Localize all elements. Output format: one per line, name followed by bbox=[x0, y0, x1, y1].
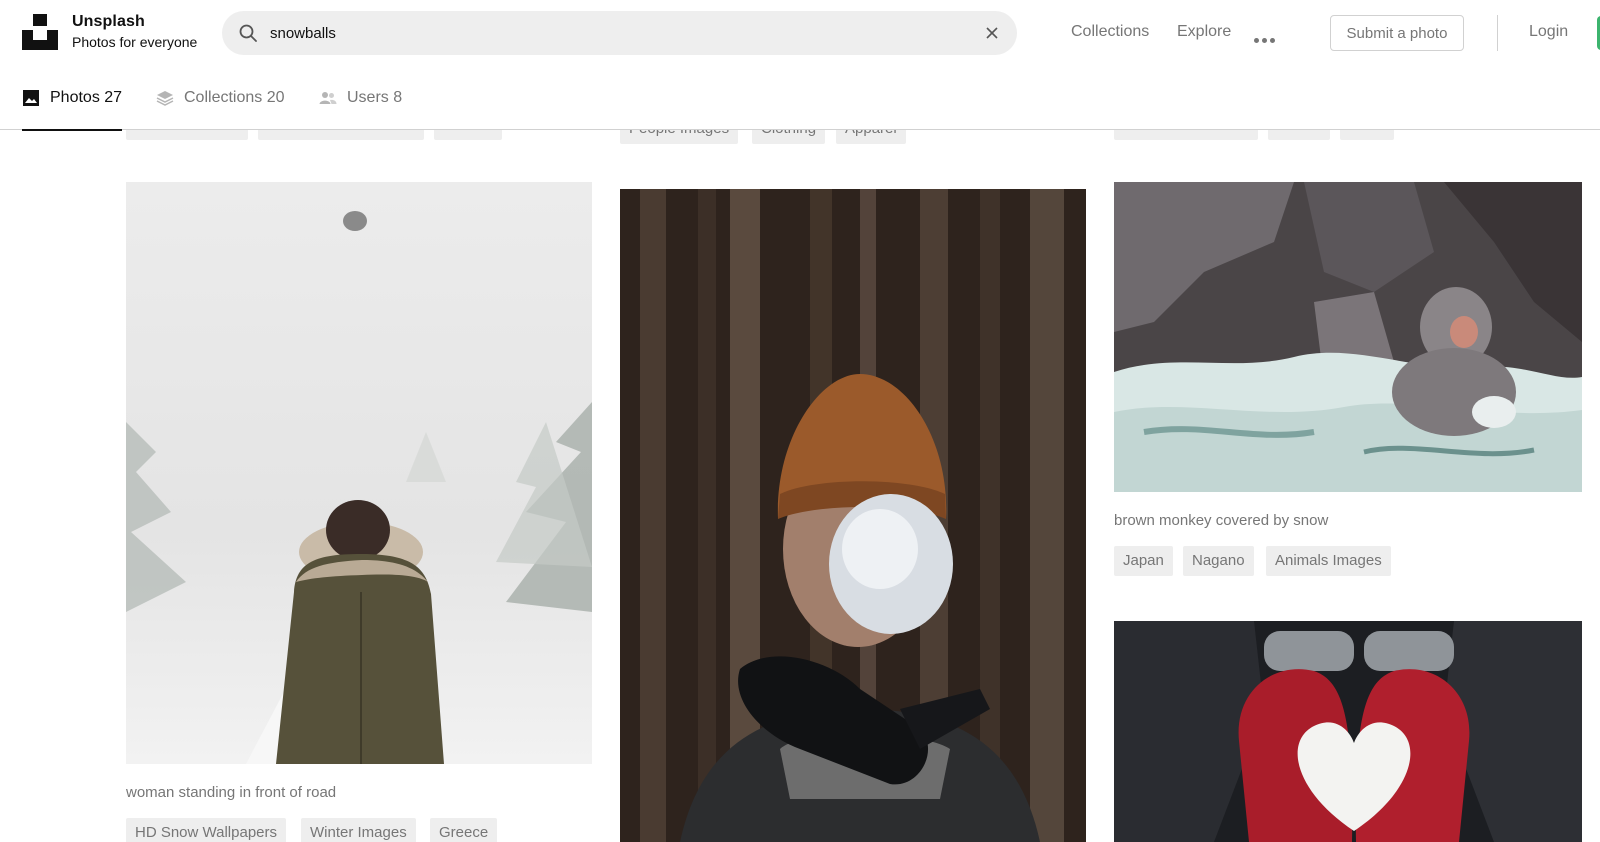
brand-tagline: Photos for everyone bbox=[72, 34, 198, 50]
stack-icon bbox=[156, 91, 174, 106]
photo-man-snowball[interactable] bbox=[620, 189, 1086, 842]
submit-photo-button[interactable]: Submit a photo bbox=[1330, 15, 1464, 51]
header-divider bbox=[1497, 15, 1498, 51]
search-bar bbox=[222, 11, 1017, 55]
photo-woman-image bbox=[126, 182, 592, 764]
brand-name: Unsplash bbox=[72, 13, 145, 30]
photo-heart-snowball[interactable] bbox=[1114, 621, 1582, 842]
nav-collections-link[interactable]: Collections bbox=[1071, 23, 1149, 41]
tag-winter-images[interactable]: Winter Images bbox=[301, 818, 416, 842]
top-header: Unsplash Photos for everyone Collections… bbox=[0, 0, 1600, 66]
photo-woman-on-road[interactable] bbox=[126, 182, 592, 764]
tab-users[interactable]: Users 8 bbox=[319, 66, 402, 130]
tab-collections-label: Collections 20 bbox=[184, 89, 285, 106]
brand[interactable]: Unsplash Photos for everyone bbox=[72, 13, 197, 50]
photo-caption: brown monkey covered by snow bbox=[1114, 512, 1329, 529]
photo-monkey-image bbox=[1114, 182, 1582, 492]
tag-greece[interactable]: Greece bbox=[430, 818, 498, 842]
tag-hd-snow-wallpapers[interactable]: HD Snow Wallpapers bbox=[126, 818, 286, 842]
search-result-tabs: Photos 27 Collections 20 Users 8 bbox=[0, 66, 1600, 131]
tag-japan[interactable]: Japan bbox=[1114, 546, 1173, 576]
tab-collections[interactable]: Collections 20 bbox=[156, 66, 285, 130]
unsplash-logo-icon[interactable] bbox=[22, 14, 58, 50]
users-icon bbox=[319, 92, 337, 104]
photo-caption: woman standing in front of road bbox=[126, 784, 337, 801]
search-input[interactable] bbox=[270, 11, 950, 55]
image-icon bbox=[23, 90, 39, 106]
more-options-icon[interactable] bbox=[1254, 30, 1278, 43]
photo-snow-monkey[interactable] bbox=[1114, 182, 1582, 492]
tag-animals-images[interactable]: Animals Images bbox=[1266, 546, 1391, 576]
photo-heart-image bbox=[1114, 621, 1582, 842]
login-link[interactable]: Login bbox=[1529, 23, 1568, 41]
tab-photos-label: Photos 27 bbox=[50, 89, 123, 106]
photo-man-image bbox=[620, 189, 1086, 842]
nav-explore-link[interactable]: Explore bbox=[1177, 23, 1231, 41]
tab-photos[interactable]: Photos 27 bbox=[22, 66, 123, 131]
tab-users-label: Users 8 bbox=[347, 89, 403, 106]
close-icon[interactable] bbox=[985, 26, 999, 40]
tag-nagano[interactable]: Nagano bbox=[1183, 546, 1254, 576]
search-icon[interactable] bbox=[238, 23, 258, 43]
